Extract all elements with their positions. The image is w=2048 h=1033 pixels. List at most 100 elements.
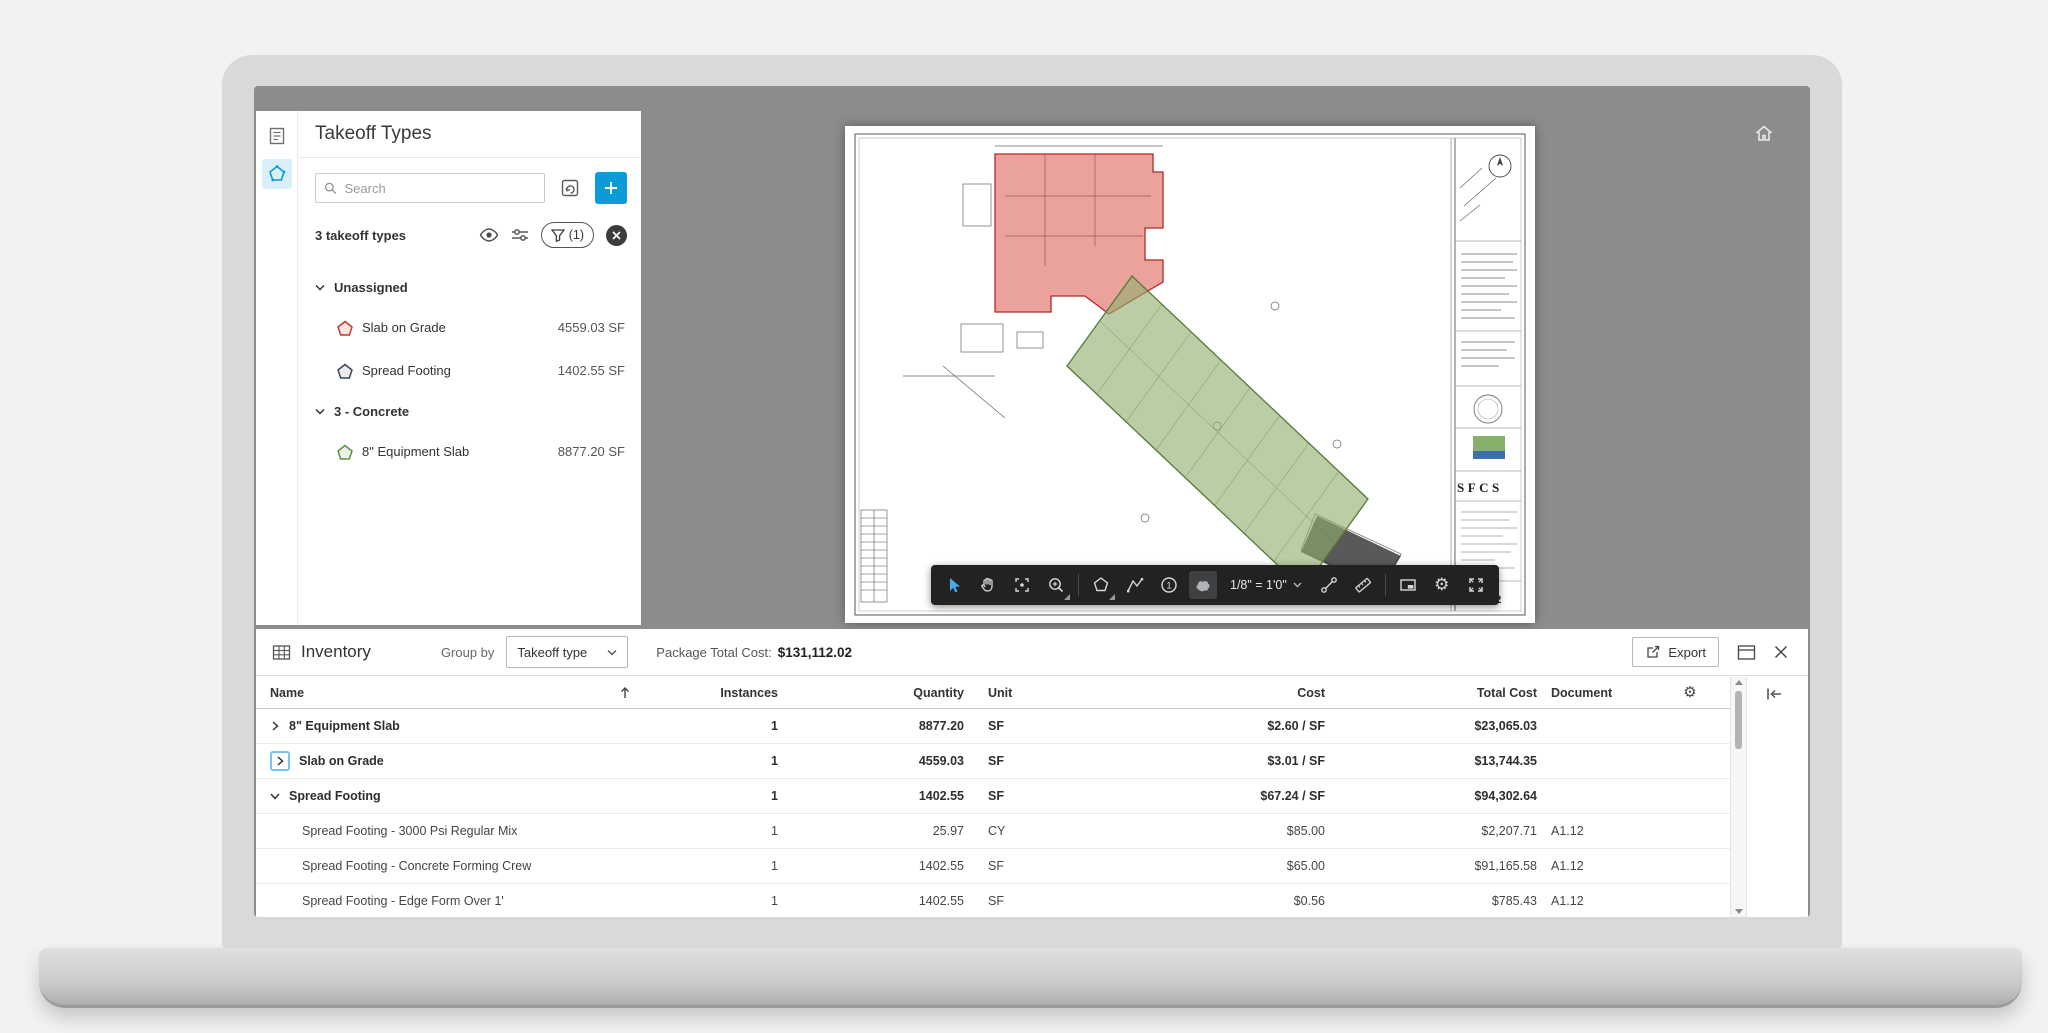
row-instances: 1 bbox=[640, 789, 790, 803]
inventory-panel: Inventory Group by Takeoff type Package … bbox=[256, 629, 1808, 917]
search-input[interactable] bbox=[343, 180, 536, 197]
zoom-selection-icon bbox=[1012, 575, 1032, 595]
column-settings-gear-icon[interactable]: ⚙ bbox=[1683, 685, 1696, 700]
collapse-columns-button[interactable] bbox=[1765, 687, 1783, 704]
tree-item-spread-footing[interactable]: Spread Footing 1402.55 SF bbox=[315, 349, 625, 392]
tree-group-unassigned[interactable]: Unassigned bbox=[315, 268, 625, 306]
tree-item-label: Spread Footing bbox=[362, 363, 451, 378]
zoom-window-tool[interactable] bbox=[1039, 565, 1073, 605]
scroll-up-icon[interactable] bbox=[1731, 680, 1747, 685]
zoom-window-icon bbox=[1046, 575, 1066, 595]
sheets-rail-button[interactable] bbox=[262, 121, 292, 151]
sort-ascending-icon[interactable] bbox=[620, 686, 630, 699]
calibrate-tool[interactable] bbox=[1312, 565, 1346, 605]
toolbar-separator bbox=[1385, 574, 1386, 596]
export-button[interactable]: Export bbox=[1632, 637, 1719, 667]
chevron-down-icon bbox=[315, 408, 325, 415]
drawing-sheet[interactable]: SFCS A1.12 bbox=[845, 126, 1535, 623]
history-icon-button[interactable] bbox=[555, 173, 585, 203]
table-row-child[interactable]: Spread Footing - 3000 Psi Regular Mix 1 … bbox=[256, 814, 1730, 849]
row-instances: 1 bbox=[640, 894, 790, 908]
row-name: Spread Footing - Edge Form Over 1' bbox=[302, 894, 504, 908]
scale-label: 1/8" = 1'0" bbox=[1230, 578, 1287, 592]
polyline-tool[interactable] bbox=[1118, 565, 1152, 605]
table-row-equipment-slab[interactable]: 8" Equipment Slab 1 8877.20 SF $2.60 / S… bbox=[256, 709, 1730, 744]
tool-caret bbox=[1109, 594, 1115, 600]
column-header-name[interactable]: Name bbox=[256, 686, 640, 700]
fullscreen-button[interactable] bbox=[1459, 565, 1493, 605]
column-header-unit[interactable]: Unit bbox=[972, 686, 1090, 700]
focused-chevron-box[interactable] bbox=[270, 751, 290, 771]
takeoff-tree: Unassigned Slab on Grade 4559.03 SF bbox=[299, 254, 641, 473]
zoom-selection-tool[interactable] bbox=[1005, 565, 1039, 605]
row-total-cost: $23,065.03 bbox=[1333, 719, 1545, 733]
row-quantity: 1402.55 bbox=[790, 894, 972, 908]
row-name: Spread Footing bbox=[289, 789, 381, 803]
takeoff-region-equipment-slab[interactable] bbox=[1067, 276, 1368, 589]
row-quantity: 1402.55 bbox=[790, 859, 972, 873]
table-row-spread-footing[interactable]: Spread Footing 1 1402.55 SF $67.24 / SF … bbox=[256, 779, 1730, 814]
table-scrollbar[interactable] bbox=[1730, 677, 1746, 917]
dock-panel-button[interactable] bbox=[1737, 644, 1756, 661]
row-unit: SF bbox=[972, 719, 1090, 733]
filter-settings-button[interactable] bbox=[511, 227, 529, 243]
search-box[interactable] bbox=[315, 173, 545, 203]
chevron-down-icon[interactable] bbox=[270, 792, 280, 800]
tree-item-slab-on-grade[interactable]: Slab on Grade 4559.03 SF bbox=[315, 306, 625, 349]
column-header-instances[interactable]: Instances bbox=[640, 686, 790, 700]
column-header-total-cost[interactable]: Total Cost bbox=[1333, 686, 1545, 700]
drawing-viewer[interactable]: SFCS A1.12 bbox=[642, 111, 1810, 629]
polyline-icon bbox=[1125, 575, 1145, 595]
svg-text:1: 1 bbox=[1166, 580, 1171, 591]
add-takeoff-type-button[interactable] bbox=[595, 172, 627, 204]
inventory-title: Inventory bbox=[301, 642, 371, 662]
measure-tool[interactable] bbox=[1346, 565, 1380, 605]
row-name: Slab on Grade bbox=[299, 754, 384, 768]
chevron-down-icon bbox=[315, 284, 325, 291]
table-icon bbox=[272, 644, 291, 661]
row-cost: $0.56 bbox=[1090, 894, 1333, 908]
clear-filter-button[interactable] bbox=[606, 225, 627, 246]
select-tool[interactable] bbox=[937, 565, 971, 605]
viewer-settings-button[interactable]: ⚙ bbox=[1425, 565, 1459, 605]
viewer-toolbar: 1 1/8" = 1'0" bbox=[931, 565, 1499, 605]
cursor-icon bbox=[944, 575, 964, 595]
scrollbar-thumb[interactable] bbox=[1735, 691, 1742, 749]
row-unit: SF bbox=[972, 894, 1090, 908]
row-unit: SF bbox=[972, 859, 1090, 873]
dock-panel-icon bbox=[1737, 644, 1756, 661]
pip-toggle[interactable] bbox=[1391, 565, 1425, 605]
close-panel-button[interactable] bbox=[1774, 645, 1788, 659]
filter-button[interactable]: (1) bbox=[541, 222, 594, 248]
group-by-dropdown[interactable]: Takeoff type bbox=[506, 636, 628, 668]
row-total-cost: $13,744.35 bbox=[1333, 754, 1545, 768]
chevron-right-icon[interactable] bbox=[270, 721, 280, 731]
table-row-child[interactable]: Spread Footing - Concrete Forming Crew 1… bbox=[256, 849, 1730, 884]
count-tool[interactable]: 1 bbox=[1152, 565, 1186, 605]
takeoff-rail-button[interactable] bbox=[262, 159, 292, 189]
row-instances: 1 bbox=[640, 754, 790, 768]
svg-text:SFCS: SFCS bbox=[1457, 480, 1503, 495]
visibility-button[interactable] bbox=[479, 228, 499, 242]
arrow-to-bar-left-icon bbox=[1765, 687, 1783, 701]
app-screen: Takeoff Types bbox=[254, 86, 1810, 917]
pan-tool[interactable] bbox=[971, 565, 1005, 605]
scale-control[interactable]: 1/8" = 1'0" bbox=[1220, 565, 1312, 605]
tree-group-concrete[interactable]: 3 - Concrete bbox=[315, 392, 625, 430]
filter-row: 3 takeoff types bbox=[299, 204, 641, 254]
eye-icon bbox=[479, 228, 499, 242]
column-header-cost[interactable]: Cost bbox=[1090, 686, 1333, 700]
takeoff-types-panel: Takeoff Types bbox=[256, 111, 641, 625]
home-icon[interactable] bbox=[1754, 124, 1774, 145]
row-unit: SF bbox=[972, 789, 1090, 803]
table-row-child[interactable]: Spread Footing - Edge Form Over 1' 1 140… bbox=[256, 884, 1730, 917]
cloud-area-tool[interactable] bbox=[1186, 565, 1220, 605]
column-header-quantity[interactable]: Quantity bbox=[790, 686, 972, 700]
tree-group-label: Unassigned bbox=[334, 280, 408, 295]
column-header-document[interactable]: Document bbox=[1545, 686, 1650, 700]
tree-item-equipment-slab[interactable]: 8" Equipment Slab 8877.20 SF bbox=[315, 430, 625, 473]
table-row-slab-on-grade[interactable]: Slab on Grade 1 4559.03 SF $3.01 / SF $1… bbox=[256, 744, 1730, 779]
polygon-tool[interactable] bbox=[1084, 565, 1118, 605]
scroll-down-icon[interactable] bbox=[1731, 909, 1747, 914]
row-cost: $67.24 / SF bbox=[1090, 789, 1333, 803]
